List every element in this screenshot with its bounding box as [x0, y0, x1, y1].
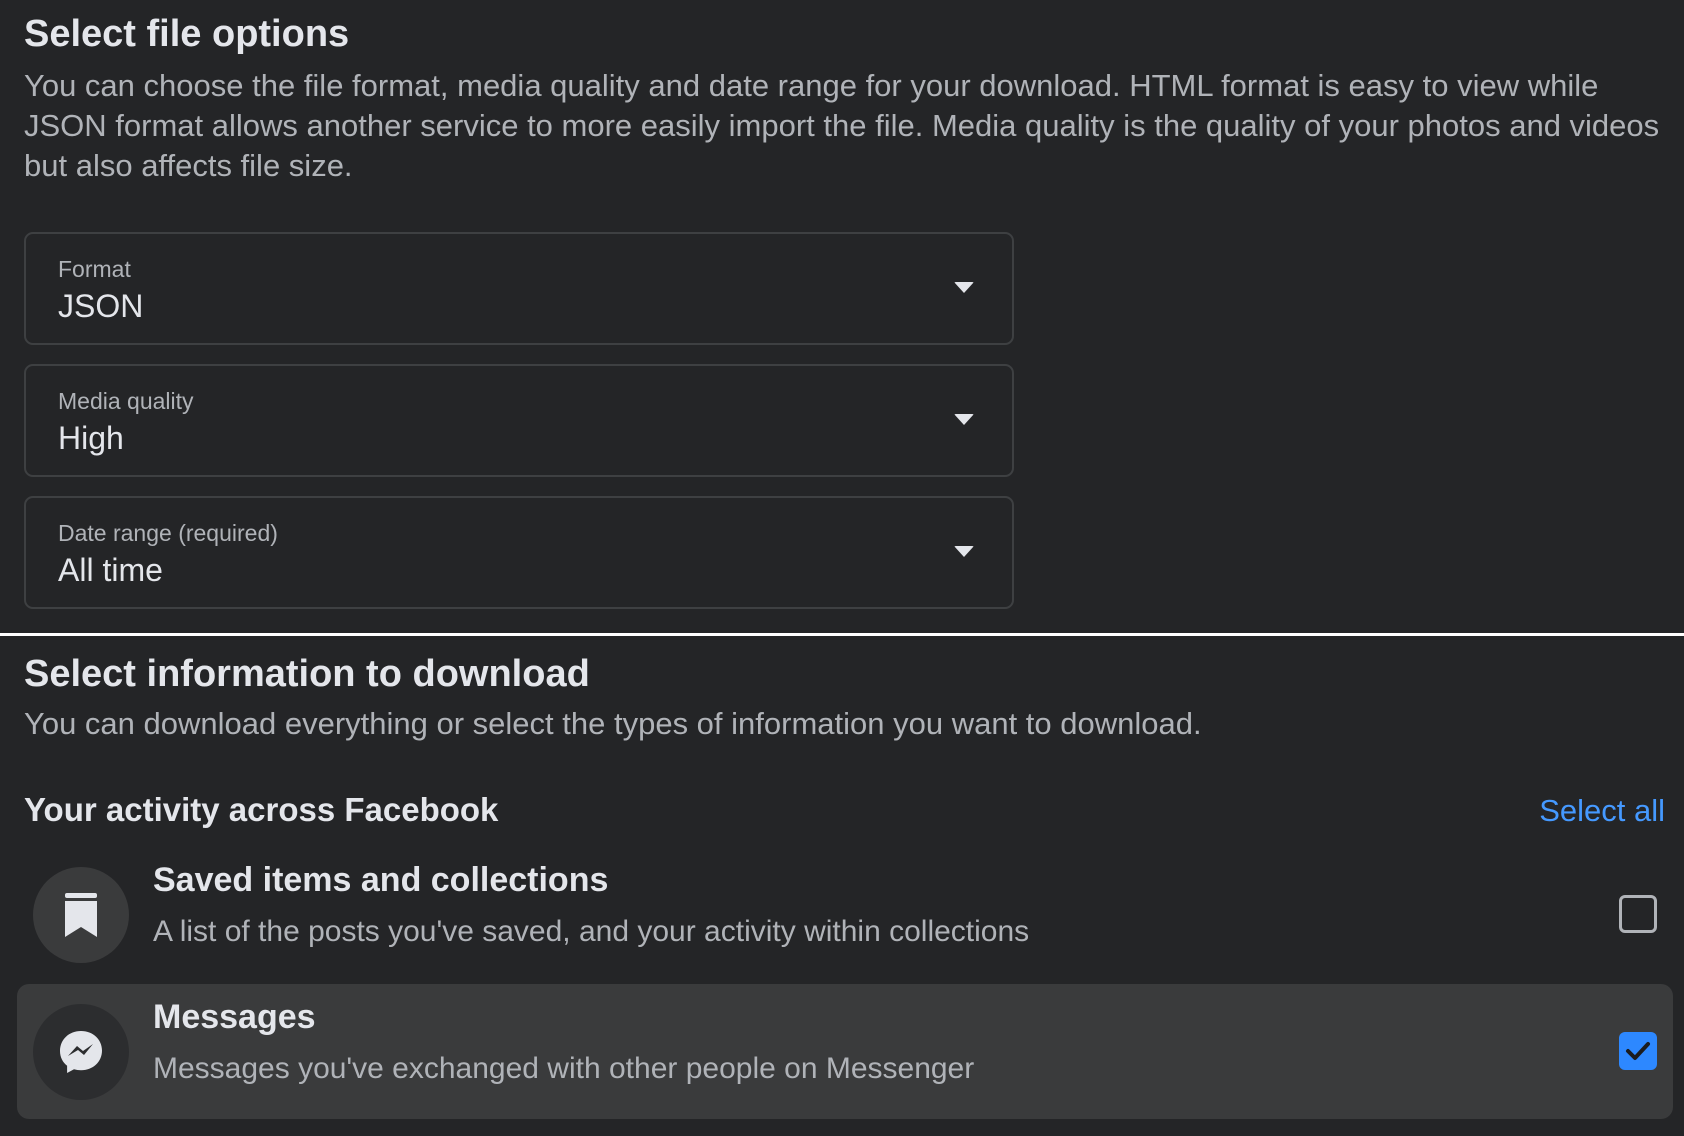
activity-group-title: Your activity across Facebook [24, 791, 499, 828]
format-select[interactable]: Format JSON [24, 232, 1014, 345]
list-item-subtitle: A list of the posts you've saved, and yo… [153, 915, 1030, 948]
chevron-down-icon [954, 282, 974, 293]
date-range-select[interactable]: Date range (required) All time [24, 496, 1014, 609]
list-item-subtitle: Messages you've exchanged with other peo… [153, 1052, 975, 1085]
select-all-link[interactable]: Select all [1539, 793, 1665, 829]
media-quality-select[interactable]: Media quality High [24, 364, 1014, 477]
chevron-down-icon [954, 546, 974, 557]
list-item-saved-items[interactable]: Saved items and collections A list of th… [17, 847, 1673, 982]
info-download-title: Select information to download [24, 653, 590, 695]
date-range-value: All time [58, 552, 163, 588]
file-options-title: Select file options [24, 13, 350, 55]
format-label: Format [58, 256, 131, 282]
chevron-down-icon [954, 414, 974, 425]
date-range-label: Date range (required) [58, 520, 278, 546]
bookmark-icon [33, 867, 129, 963]
saved-items-checkbox[interactable] [1619, 895, 1657, 933]
list-item-title: Saved items and collections [153, 861, 609, 899]
messenger-icon [33, 1004, 129, 1100]
checkmark-icon [1626, 1042, 1650, 1060]
download-information-page: Select file options You can choose the f… [0, 0, 1684, 1136]
format-value: JSON [58, 288, 144, 324]
info-download-description: You can download everything or select th… [24, 706, 1202, 741]
messages-checkbox[interactable] [1619, 1032, 1657, 1070]
list-item-messages[interactable]: Messages Messages you've exchanged with … [17, 984, 1673, 1119]
file-options-section: Select file options You can choose the f… [0, 0, 1684, 634]
section-divider [0, 633, 1684, 636]
file-options-description: You can choose the file format, media qu… [24, 68, 1660, 183]
media-quality-value: High [58, 420, 124, 456]
media-quality-label: Media quality [58, 388, 194, 414]
list-item-title: Messages [153, 998, 316, 1036]
